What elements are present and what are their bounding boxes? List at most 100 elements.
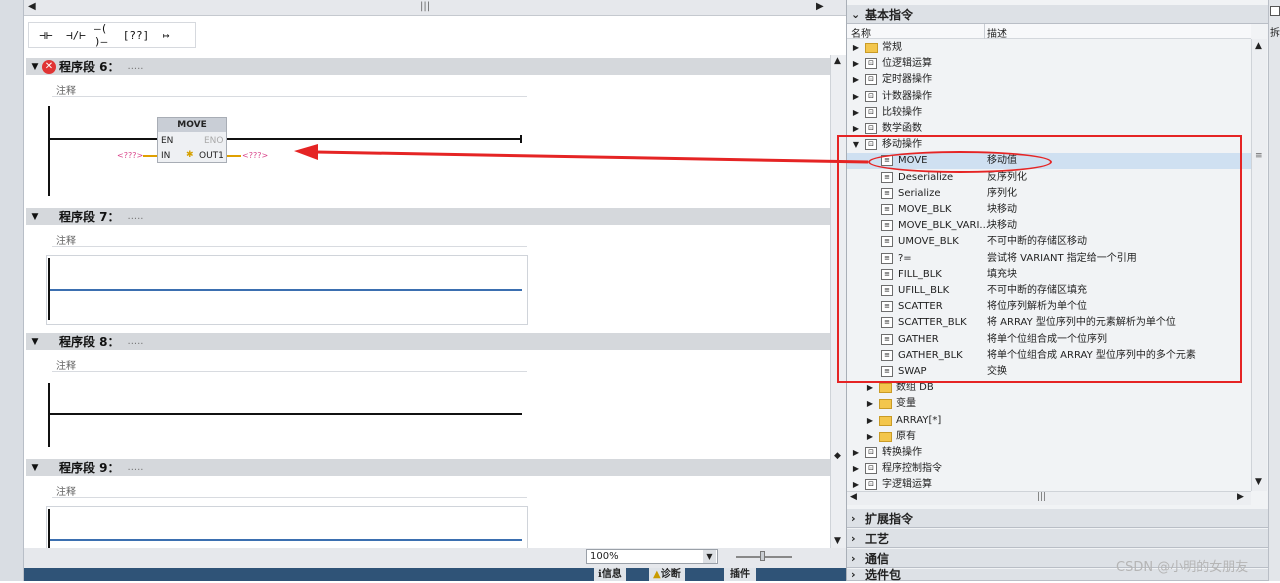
expand-closed-icon[interactable]: ▶	[865, 413, 875, 429]
plugins-tab[interactable]: 插件	[724, 568, 756, 581]
rung-line	[50, 138, 158, 140]
scroll-up-icon[interactable]: ▲	[834, 56, 841, 66]
chevron-right-icon: ›	[851, 511, 856, 525]
item-label: 位逻辑运算	[882, 58, 932, 70]
expand-closed-icon[interactable]: ▶	[865, 396, 875, 412]
category-item[interactable]: ▶ ⊡ 比较操作	[847, 105, 1251, 121]
scroll-grip-icon[interactable]: |||	[420, 1, 430, 12]
zoom-slider-handle[interactable]	[760, 551, 765, 561]
network-title: 程序段 7：	[59, 210, 120, 224]
expand-closed-icon[interactable]: ▶	[851, 56, 861, 72]
category-item[interactable]: ▶ ⊡ 字逻辑运算	[847, 477, 1251, 490]
rung-line-selected[interactable]	[50, 539, 522, 541]
collapse-icon[interactable]: ▼	[28, 212, 42, 222]
rung-line	[50, 413, 522, 415]
section-technology[interactable]: › 工艺	[847, 529, 1269, 548]
network-comment[interactable]: 注释	[52, 480, 527, 498]
category-item[interactable]: ▶ ⊡ 位逻辑运算	[847, 56, 1251, 72]
collapse-icon[interactable]: ▼	[28, 62, 42, 72]
ladder-editor: ◀ ||| ▶ ⊣⊢ ⊣/⊢ –( )– [??] ↦ ▼ ✕ 程序段 6： .…	[24, 0, 846, 568]
folder-item[interactable]: ▶ ARRAY[*]	[847, 413, 1251, 429]
network-comment[interactable]: 注释	[52, 354, 527, 372]
info-tab[interactable]: ℹ信息	[594, 568, 626, 581]
category-icon: ⊡	[865, 479, 877, 490]
diagnostics-tab[interactable]: ▲诊断	[649, 568, 685, 581]
column-name[interactable]: 名称	[851, 25, 871, 40]
column-divider[interactable]	[984, 24, 985, 39]
nc-contact-button[interactable]: ⊣/⊢	[63, 25, 89, 45]
expand-closed-icon[interactable]: ▶	[851, 72, 861, 88]
collapse-icon[interactable]: ▼	[28, 463, 42, 473]
scroll-grip-icon[interactable]: |||	[1037, 492, 1046, 502]
tree-column-header: 名称 描述	[847, 24, 1251, 40]
scroll-down-icon[interactable]: ▼	[834, 536, 841, 546]
top-scrollbar[interactable]: ◀ ||| ▶	[24, 0, 846, 16]
category-item[interactable]: ▶ ⊡ 程序控制指令	[847, 461, 1251, 477]
dropdown-arrow-icon[interactable]: ▼	[703, 550, 716, 563]
tree-vertical-scrollbar[interactable]: ▲ ≡ ▼	[1251, 39, 1267, 491]
folder-icon	[879, 383, 892, 394]
scroll-mid-icon[interactable]: ◆	[834, 451, 841, 461]
section-title: 基本指令	[865, 7, 914, 22]
watermark: CSDN @小明的女朋友	[1116, 560, 1249, 575]
collapse-icon[interactable]: ▼	[28, 337, 42, 347]
expand-closed-icon[interactable]: ▶	[865, 429, 875, 445]
column-description[interactable]: 描述	[987, 25, 1007, 40]
folder-icon	[879, 399, 892, 410]
eno-pin[interactable]: ENO	[204, 136, 224, 146]
item-label: 字逻辑运算	[882, 479, 932, 490]
section-basic-instructions[interactable]: ⌄ 基本指令	[847, 5, 1269, 24]
card-icon[interactable]	[1270, 6, 1280, 16]
status-bar: ℹ信息 ▲诊断 插件	[24, 568, 846, 581]
expand-closed-icon[interactable]: ▶	[851, 445, 861, 461]
scroll-left-icon[interactable]: ◀	[850, 492, 857, 502]
section-extended-instructions[interactable]: › 扩展指令	[847, 509, 1269, 528]
no-contact-button[interactable]: ⊣⊢	[33, 25, 59, 45]
chevron-down-icon: ⌄	[851, 7, 861, 21]
expand-closed-icon[interactable]: ▶	[851, 105, 861, 121]
error-icon: ✕	[42, 59, 56, 74]
network-area[interactable]	[46, 506, 528, 550]
expand-closed-icon[interactable]: ▶	[851, 477, 861, 490]
expand-closed-icon[interactable]: ▶	[851, 461, 861, 477]
side-tab-label[interactable]: 拆	[1270, 24, 1280, 39]
branch-close-button[interactable]: ↦	[153, 25, 179, 45]
coil-button[interactable]: –( )–	[93, 22, 119, 48]
network-comment[interactable]: 注释	[52, 229, 527, 247]
scroll-grip-icon[interactable]: ≡	[1255, 151, 1263, 161]
category-item[interactable]: ▶ ⊡ 转换操作	[847, 445, 1251, 461]
folder-item[interactable]: ▶ 变量	[847, 396, 1251, 412]
network-9-header[interactable]: ▼ 程序段 9： .....	[26, 459, 832, 476]
out-operand[interactable]: <???>	[242, 151, 268, 160]
category-item[interactable]: ▶ ⊡ 定时器操作	[847, 72, 1251, 88]
zoom-select[interactable]: 100% ▼	[586, 549, 718, 564]
item-label: 比较操作	[882, 106, 922, 118]
scroll-right-icon[interactable]: ▶	[1237, 492, 1244, 502]
network-6-header[interactable]: ▼ ✕ 程序段 6： .....	[26, 58, 832, 75]
out-pin[interactable]: OUT1	[199, 151, 224, 161]
network-comment[interactable]: 注释	[52, 79, 527, 97]
category-icon: ⊡	[865, 123, 877, 134]
network-7-header[interactable]: ▼ 程序段 7： .....	[26, 208, 832, 225]
folder-icon	[865, 43, 878, 53]
item-label: 定时器操作	[882, 74, 932, 86]
folder-item[interactable]: ▶ 常规	[847, 40, 1251, 56]
category-item[interactable]: ▶ ⊡ 计数器操作	[847, 89, 1251, 105]
in-operand[interactable]: <???>	[117, 151, 143, 160]
en-pin[interactable]: EN	[161, 136, 173, 146]
item-label: 转换操作	[882, 447, 922, 458]
tree-horizontal-scrollbar[interactable]: ◀ ||| ▶	[847, 491, 1251, 505]
move-instruction-block[interactable]: MOVE EN ENO IN ✱ OUT1	[157, 117, 227, 163]
expand-closed-icon[interactable]: ▶	[851, 40, 861, 56]
rung-line-selected[interactable]	[50, 289, 522, 291]
scroll-right-icon[interactable]: ▶	[816, 1, 824, 12]
scroll-up-icon[interactable]: ▲	[1255, 41, 1262, 51]
scroll-left-icon[interactable]: ◀	[28, 1, 36, 12]
expand-closed-icon[interactable]: ▶	[851, 89, 861, 105]
in-pin[interactable]: IN	[161, 151, 170, 161]
scroll-down-icon[interactable]: ▼	[1255, 477, 1262, 487]
network-8-header[interactable]: ▼ 程序段 8： .....	[26, 333, 832, 350]
empty-box-button[interactable]: [??]	[123, 25, 150, 45]
folder-item[interactable]: ▶ 原有	[847, 429, 1251, 445]
power-rail	[48, 509, 50, 549]
